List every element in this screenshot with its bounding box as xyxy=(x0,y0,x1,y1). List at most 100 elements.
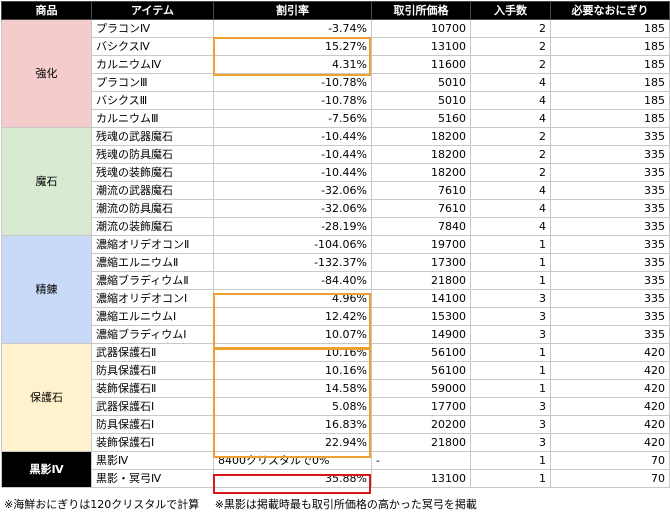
onigiri-cell[interactable]: 420 xyxy=(550,343,670,362)
discount-cell[interactable]: -10.44% xyxy=(213,145,372,164)
onigiri-cell[interactable]: 420 xyxy=(550,415,670,434)
header-onigiri[interactable]: 必要なおにぎり xyxy=(550,1,670,20)
onigiri-cell[interactable]: 185 xyxy=(550,73,670,92)
item-cell[interactable]: カルニウムⅢ xyxy=(91,109,214,128)
qty-cell[interactable]: 3 xyxy=(470,289,551,308)
item-cell[interactable]: 濃縮オリデオコンⅡ xyxy=(91,235,214,254)
price-cell[interactable]: 21800 xyxy=(371,433,471,452)
onigiri-cell[interactable]: 185 xyxy=(550,37,670,56)
price-cell[interactable]: 13100 xyxy=(371,37,471,56)
onigiri-cell[interactable]: 420 xyxy=(550,379,670,398)
qty-cell[interactable]: 3 xyxy=(470,415,551,434)
header-item[interactable]: アイテム xyxy=(91,1,214,20)
price-cell[interactable]: 14900 xyxy=(371,325,471,344)
discount-cell[interactable]: 10.16% xyxy=(213,361,372,380)
qty-cell[interactable]: 1 xyxy=(470,451,551,470)
qty-cell[interactable]: 2 xyxy=(470,37,551,56)
price-cell[interactable]: 15300 xyxy=(371,307,471,326)
discount-cell[interactable]: 5.08% xyxy=(213,397,372,416)
discount-cell[interactable]: 8400クリスタルで0% xyxy=(213,451,372,470)
discount-cell[interactable]: -104.06% xyxy=(213,235,372,254)
onigiri-cell[interactable]: 335 xyxy=(550,253,670,272)
item-cell[interactable]: 残魂の装飾魔石 xyxy=(91,163,214,182)
price-cell[interactable]: 5160 xyxy=(371,109,471,128)
price-cell[interactable]: 18200 xyxy=(371,163,471,182)
price-cell[interactable]: 7840 xyxy=(371,217,471,236)
price-cell[interactable]: 56100 xyxy=(371,343,471,362)
header-price[interactable]: 取引所価格 xyxy=(371,1,471,20)
price-cell[interactable]: 11600 xyxy=(371,55,471,74)
discount-cell[interactable]: -10.44% xyxy=(213,163,372,182)
qty-cell[interactable]: 4 xyxy=(470,73,551,92)
discount-cell[interactable]: -10.44% xyxy=(213,127,372,146)
item-cell[interactable]: プラコンⅣ xyxy=(91,19,214,38)
item-cell[interactable]: 潮流の防具魔石 xyxy=(91,199,214,218)
qty-cell[interactable]: 2 xyxy=(470,127,551,146)
item-cell[interactable]: 装飾保護石Ⅰ xyxy=(91,433,214,452)
onigiri-cell[interactable]: 335 xyxy=(550,217,670,236)
header-discount[interactable]: 割引率 xyxy=(213,1,372,20)
price-cell[interactable]: 10700 xyxy=(371,19,471,38)
item-cell[interactable]: プラコンⅢ xyxy=(91,73,214,92)
discount-cell[interactable]: 22.94% xyxy=(213,433,372,452)
item-cell[interactable]: 黒影Ⅳ xyxy=(91,451,214,470)
onigiri-cell[interactable]: 335 xyxy=(550,289,670,308)
discount-cell[interactable]: -32.06% xyxy=(213,181,372,200)
discount-cell[interactable]: -3.74% xyxy=(213,19,372,38)
price-cell[interactable]: 17700 xyxy=(371,397,471,416)
discount-cell[interactable]: -10.78% xyxy=(213,91,372,110)
price-cell[interactable]: - xyxy=(371,451,471,470)
discount-cell[interactable]: 10.16% xyxy=(213,343,372,362)
item-cell[interactable]: バシクスⅢ xyxy=(91,91,214,110)
qty-cell[interactable]: 1 xyxy=(470,271,551,290)
qty-cell[interactable]: 3 xyxy=(470,307,551,326)
onigiri-cell[interactable]: 185 xyxy=(550,55,670,74)
qty-cell[interactable]: 1 xyxy=(470,361,551,380)
onigiri-cell[interactable]: 335 xyxy=(550,307,670,326)
price-cell[interactable]: 59000 xyxy=(371,379,471,398)
item-cell[interactable]: 濃縮エルニウムⅠ xyxy=(91,307,214,326)
onigiri-cell[interactable]: 335 xyxy=(550,199,670,218)
onigiri-cell[interactable]: 335 xyxy=(550,181,670,200)
discount-cell[interactable]: -32.06% xyxy=(213,199,372,218)
qty-cell[interactable]: 1 xyxy=(470,253,551,272)
qty-cell[interactable]: 2 xyxy=(470,55,551,74)
category-cell-kyoka[interactable]: 強化 xyxy=(1,19,92,128)
discount-cell[interactable]: 35.88% xyxy=(213,469,372,488)
onigiri-cell[interactable]: 70 xyxy=(550,469,670,488)
price-cell[interactable]: 7610 xyxy=(371,199,471,218)
onigiri-cell[interactable]: 420 xyxy=(550,361,670,380)
category-cell-seiren[interactable]: 精錬 xyxy=(1,235,92,344)
discount-cell[interactable]: 12.42% xyxy=(213,307,372,326)
price-cell[interactable]: 18200 xyxy=(371,127,471,146)
item-cell[interactable]: 残魂の武器魔石 xyxy=(91,127,214,146)
item-cell[interactable]: カルニウムⅣ xyxy=(91,55,214,74)
price-cell[interactable]: 5010 xyxy=(371,91,471,110)
item-cell[interactable]: 潮流の装飾魔石 xyxy=(91,217,214,236)
price-cell[interactable]: 56100 xyxy=(371,361,471,380)
discount-cell[interactable]: -132.37% xyxy=(213,253,372,272)
qty-cell[interactable]: 4 xyxy=(470,199,551,218)
item-cell[interactable]: 武器保護石Ⅰ xyxy=(91,397,214,416)
onigiri-cell[interactable]: 335 xyxy=(550,127,670,146)
discount-cell[interactable]: -7.56% xyxy=(213,109,372,128)
price-cell[interactable]: 7610 xyxy=(371,181,471,200)
qty-cell[interactable]: 4 xyxy=(470,91,551,110)
qty-cell[interactable]: 1 xyxy=(470,235,551,254)
qty-cell[interactable]: 3 xyxy=(470,325,551,344)
discount-cell[interactable]: 10.07% xyxy=(213,325,372,344)
price-cell[interactable]: 20200 xyxy=(371,415,471,434)
item-cell[interactable]: バシクスⅣ xyxy=(91,37,214,56)
qty-cell[interactable]: 4 xyxy=(470,109,551,128)
category-cell-maseki[interactable]: 魔石 xyxy=(1,127,92,236)
qty-cell[interactable]: 1 xyxy=(470,379,551,398)
item-cell[interactable]: 黒影・冥弓Ⅳ xyxy=(91,469,214,488)
qty-cell[interactable]: 2 xyxy=(470,19,551,38)
item-cell[interactable]: 濃縮エルニウムⅡ xyxy=(91,253,214,272)
discount-cell[interactable]: 16.83% xyxy=(213,415,372,434)
price-cell[interactable]: 19700 xyxy=(371,235,471,254)
onigiri-cell[interactable]: 70 xyxy=(550,451,670,470)
item-cell[interactable]: 武器保護石Ⅱ xyxy=(91,343,214,362)
discount-cell[interactable]: 4.31% xyxy=(213,55,372,74)
item-cell[interactable]: 防具保護石Ⅰ xyxy=(91,415,214,434)
